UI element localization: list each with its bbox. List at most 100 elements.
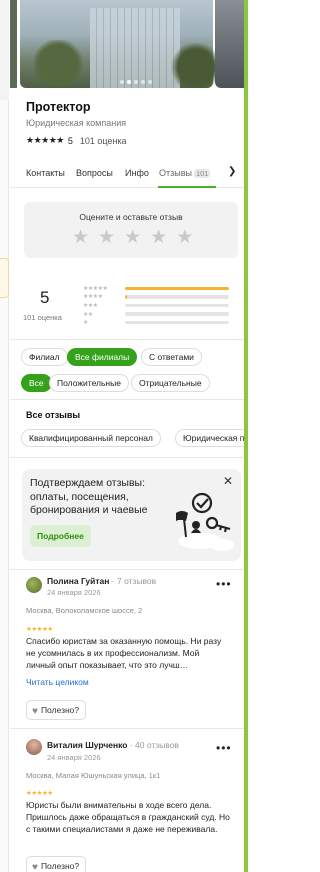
distribution-stars-icon: ★★ [83, 311, 93, 318]
tab-reviews-badge: 101 [193, 169, 211, 178]
company-category: Юридическая компания [26, 118, 127, 128]
star-icon-2[interactable]: ★ [98, 228, 115, 248]
distribution-stars-icon: ★★★★★ [83, 285, 108, 292]
summary-count: 101 оценка [23, 313, 62, 322]
company-rating[interactable]: ★★★★★ 5 101 оценка [26, 135, 127, 146]
distribution-row-5: ★★★★★ [83, 284, 229, 293]
close-icon[interactable]: ✕ [223, 474, 233, 488]
chevron-right-icon[interactable]: ❯ [228, 166, 236, 177]
tab-info[interactable]: Инфо [125, 168, 149, 178]
tab-contacts[interactable]: Контакты [26, 168, 65, 178]
avatar[interactable] [26, 577, 42, 593]
tab-reviews[interactable]: Отзывы 101 [159, 168, 211, 178]
distribution-row-2: ★★ [83, 310, 229, 319]
carousel-dot[interactable] [148, 80, 152, 84]
review-address: Москва, Волоколамское шоссе, 2 [26, 606, 143, 615]
rating-distribution: ★★★★★ ★★★★ ★★★ ★★ ★ [83, 284, 229, 327]
review-text: Юристы были внимательны в ходе всего дел… [26, 800, 230, 834]
review-date: 24 января 2026 [47, 588, 101, 597]
distribution-bar [125, 286, 229, 291]
carousel-dots [120, 80, 152, 84]
review-text: Спасибо юристам за оказанную помощь. Ни … [26, 636, 222, 670]
distribution-bar [125, 320, 229, 325]
rate-prompt-title: Оцените и оставьте отзыв [79, 212, 183, 222]
distribution-stars-icon: ★★★★ [83, 294, 103, 301]
scrollbar[interactable] [244, 0, 248, 872]
filter-negative[interactable]: Отрицательные [131, 374, 210, 392]
distribution-row-4: ★★★★ [83, 293, 229, 302]
distribution-bar [125, 303, 229, 308]
filter-positive[interactable]: Положительные [49, 374, 129, 392]
review-stars-icon: ★★★★★ [26, 790, 53, 797]
distribution-row-3: ★★★ [83, 301, 229, 310]
read-more-link[interactable]: Читать целиком [26, 677, 89, 687]
rating-value: 5 [67, 135, 73, 146]
distribution-bar [125, 295, 229, 299]
rate-stars: ★ ★ ★ ★ ★ [72, 228, 193, 248]
useful-button[interactable]: ♥ Полезно? [26, 700, 87, 720]
distribution-bar [125, 312, 229, 316]
star-icon-4[interactable]: ★ [150, 228, 167, 248]
divider [10, 728, 244, 729]
avatar[interactable] [26, 739, 42, 755]
divider [10, 457, 244, 458]
heart-icon: ♥ [32, 862, 38, 872]
next-photo[interactable] [215, 0, 244, 88]
filter-all-branches[interactable]: Все филиалы [67, 348, 138, 366]
topic-qualified-staff[interactable]: Квалифицированный персонал [21, 429, 161, 447]
reviewer-name: Виталия Шурченко [47, 740, 128, 750]
topic-legal[interactable]: Юридическая п [175, 429, 244, 447]
rating-stars-icon: ★★★★★ [26, 135, 64, 145]
left-panel-header [0, 0, 9, 100]
main-photo[interactable] [20, 0, 222, 88]
distribution-stars-icon: ★ [83, 320, 88, 327]
carousel-dot[interactable] [120, 80, 124, 84]
reviewer-name-line[interactable]: Виталия Шурченко · 40 отзывов [47, 740, 179, 750]
tab-bar: Контакты Вопросы Инфо Отзывы 101 ❯ [10, 160, 244, 188]
review-date: 24 января 2026 [47, 753, 101, 762]
left-panel-edge [0, 0, 9, 872]
company-name: Протектор [26, 100, 91, 114]
reviewer-meta: · 40 отзывов [127, 740, 179, 750]
photo-carousel[interactable] [10, 0, 244, 88]
verification-illustration-icon [176, 492, 234, 551]
tree-image [34, 40, 94, 88]
carousel-dot[interactable] [134, 80, 138, 84]
star-icon-1[interactable]: ★ [72, 228, 89, 248]
promo-more-button[interactable]: Подробнее [30, 525, 91, 547]
verified-reviews-promo: Подтверждаем отзывы: оплаты, посещения, … [22, 469, 241, 561]
place-card-panel: Протектор Юридическая компания ★★★★★ 5 1… [10, 0, 244, 872]
reviewer-name: Полина Гуйтан [47, 576, 110, 586]
filter-branch[interactable]: Филиал [21, 348, 68, 366]
rate-prompt-card: Оцените и оставьте отзыв ★ ★ ★ ★ ★ [24, 202, 238, 258]
tab-reviews-label: Отзывы [159, 168, 192, 178]
left-panel-card-edge [0, 258, 9, 298]
prev-photo[interactable] [10, 0, 17, 88]
filter-with-answers[interactable]: С ответами [141, 348, 202, 366]
all-reviews-title: Все отзывы [26, 410, 81, 420]
carousel-dot[interactable] [141, 80, 145, 84]
star-icon-3[interactable]: ★ [124, 228, 141, 248]
reviewer-name-line[interactable]: Полина Гуйтан · 7 отзывов [47, 576, 156, 586]
distribution-stars-icon: ★★★ [83, 302, 98, 309]
review-address: Москва, Малая Юшуньская улица, 1к1 [26, 771, 161, 780]
distribution-row-1: ★ [83, 318, 229, 327]
distribution-fill [125, 286, 229, 291]
active-tab-indicator [158, 186, 216, 188]
carousel-dot[interactable] [127, 80, 131, 84]
heart-icon: ♥ [32, 706, 38, 717]
more-options-icon[interactable]: ••• [216, 577, 232, 591]
rating-count: 101 оценка [79, 135, 127, 146]
star-icon-5[interactable]: ★ [176, 228, 193, 248]
distribution-fill [125, 295, 128, 299]
useful-button[interactable]: ♥ Полезно? [26, 856, 87, 872]
tab-questions[interactable]: Вопросы [76, 168, 113, 178]
divider [10, 569, 244, 570]
building-image [90, 8, 180, 88]
filter-all[interactable]: Все [21, 374, 52, 392]
reviewer-meta: · 7 отзывов [109, 576, 157, 586]
divider [10, 399, 244, 400]
promo-text: Подтверждаем отзывы: оплаты, посещения, … [30, 477, 148, 516]
more-options-icon[interactable]: ••• [216, 741, 232, 755]
useful-label: Полезно? [40, 705, 80, 715]
